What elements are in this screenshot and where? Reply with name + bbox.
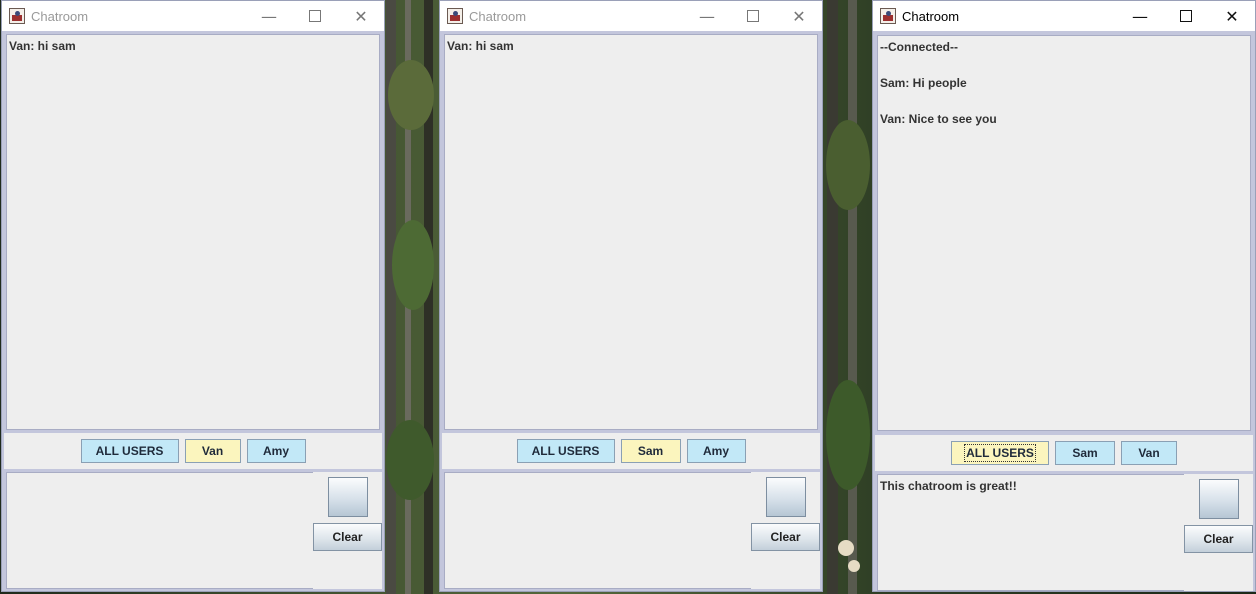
- foliage: [826, 120, 870, 210]
- clear-button[interactable]: Clear: [313, 523, 382, 551]
- chatroom-window-sam[interactable]: Chatroom — ✕ Van: hi sam ALL USERS Sam A…: [439, 0, 823, 592]
- message-input[interactable]: [444, 472, 752, 589]
- user-button-all-users[interactable]: ALL USERS: [80, 439, 179, 463]
- chat-message: Van: Nice to see you: [880, 112, 997, 126]
- user-selector-bar: ALL USERS Van Amy: [4, 433, 382, 469]
- action-panel: Clear: [313, 472, 382, 589]
- close-icon: ✕: [354, 6, 368, 26]
- user-button-van[interactable]: Van: [1121, 441, 1177, 465]
- chatroom-window-amy[interactable]: Chatroom — ✕ --Connected-- Sam: Hi peopl…: [872, 0, 1256, 592]
- chat-message: [880, 92, 1248, 110]
- foliage: [826, 380, 870, 490]
- foliage: [392, 220, 434, 310]
- close-button[interactable]: ✕: [1209, 1, 1255, 31]
- chat-history[interactable]: Van: hi sam: [6, 34, 380, 430]
- message-input[interactable]: [6, 472, 314, 589]
- action-panel: Clear: [751, 472, 820, 589]
- user-selector-bar: ALL USERS Sam Amy: [442, 433, 820, 469]
- flower: [838, 540, 854, 556]
- minimize-button[interactable]: —: [684, 1, 730, 31]
- chat-history[interactable]: Van: hi sam: [444, 34, 818, 430]
- chat-message: Sam: Hi people: [880, 76, 967, 90]
- user-selector-bar: ALL USERS Sam Van: [875, 435, 1253, 471]
- tree-trunk: [827, 0, 838, 594]
- chat-message: --Connected--: [880, 40, 958, 54]
- send-button[interactable]: [1199, 479, 1239, 519]
- chatroom-window-van[interactable]: Chatroom — ✕ Van: hi sam ALL USERS Van A…: [1, 0, 385, 592]
- java-app-icon: [9, 8, 25, 24]
- user-button-amy[interactable]: Amy: [686, 439, 746, 463]
- maximize-button[interactable]: [730, 1, 776, 31]
- java-app-icon: [880, 8, 896, 24]
- minimize-icon: —: [1132, 6, 1148, 26]
- send-button[interactable]: [328, 477, 368, 517]
- flower: [848, 560, 860, 572]
- minimize-icon: —: [261, 6, 277, 26]
- tree-trunk: [848, 0, 857, 594]
- close-button[interactable]: ✕: [338, 1, 384, 31]
- window-title: Chatroom: [902, 8, 960, 24]
- chat-message: Van: hi sam: [9, 39, 76, 53]
- message-input[interactable]: This chatroom is great!!: [877, 474, 1187, 591]
- minimize-icon: —: [699, 6, 715, 26]
- minimize-button[interactable]: —: [1117, 1, 1163, 31]
- minimize-button[interactable]: —: [246, 1, 292, 31]
- maximize-icon: [1180, 10, 1192, 22]
- window-title: Chatroom: [469, 8, 527, 24]
- foliage: [388, 60, 434, 130]
- maximize-icon: [747, 10, 759, 22]
- clear-button[interactable]: Clear: [1184, 525, 1253, 553]
- foliage: [386, 420, 434, 500]
- maximize-button[interactable]: [1163, 1, 1209, 31]
- title-bar[interactable]: Chatroom — ✕: [2, 1, 384, 31]
- user-button-all-users[interactable]: ALL USERS: [516, 439, 615, 463]
- close-button[interactable]: ✕: [776, 1, 822, 31]
- chat-message: [880, 56, 1248, 74]
- action-panel: Clear: [1184, 474, 1253, 591]
- send-button[interactable]: [766, 477, 806, 517]
- chat-history[interactable]: --Connected-- Sam: Hi people Van: Nice t…: [877, 35, 1251, 431]
- user-button-amy[interactable]: Amy: [246, 439, 306, 463]
- maximize-button[interactable]: [292, 1, 338, 31]
- java-app-icon: [447, 8, 463, 24]
- user-button-sam[interactable]: Sam: [1055, 441, 1115, 465]
- window-title: Chatroom: [31, 8, 89, 24]
- maximize-icon: [309, 10, 321, 22]
- user-button-sam[interactable]: Sam: [620, 439, 681, 463]
- close-icon: ✕: [1225, 6, 1239, 26]
- clear-button[interactable]: Clear: [751, 523, 820, 551]
- title-bar[interactable]: Chatroom — ✕: [873, 1, 1255, 31]
- user-button-all-users[interactable]: ALL USERS: [951, 441, 1049, 465]
- title-bar[interactable]: Chatroom — ✕: [440, 1, 822, 31]
- user-button-van[interactable]: Van: [184, 439, 241, 463]
- chat-message: Van: hi sam: [447, 39, 514, 53]
- close-icon: ✕: [792, 6, 806, 26]
